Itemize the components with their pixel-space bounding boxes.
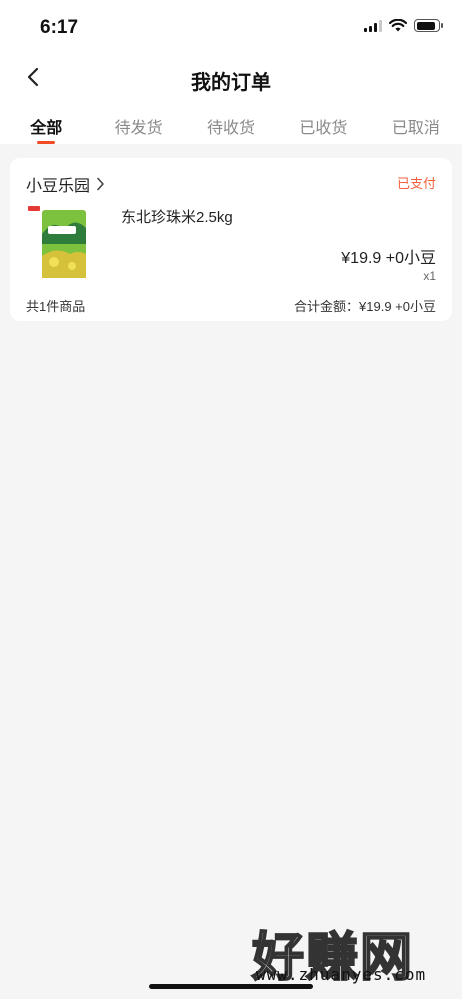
product-name[interactable]: 东北珍珠米2.5kg: [121, 206, 233, 227]
status-bar: 6:17: [0, 0, 462, 54]
tab-pending-shipment[interactable]: 待发货: [92, 102, 184, 144]
tab-received[interactable]: 已收货: [277, 102, 369, 144]
order-total: 合计金额：¥19.9 +0小豆: [294, 299, 436, 314]
signal-icon: [364, 19, 382, 32]
tab-cancelled[interactable]: 已取消: [370, 102, 462, 144]
shop-link[interactable]: 小豆乐园: [26, 172, 105, 196]
product-price: ¥19.9 +0小豆: [341, 250, 436, 267]
top-bar: 6:17 我的订单 全部 待发货 待收货 已收货 已取消: [0, 0, 462, 144]
rice-bag-image[interactable]: [24, 204, 92, 280]
shop-name: 小豆乐园: [26, 178, 91, 195]
order-tabs: 全部 待发货 待收货 已收货 已取消: [0, 102, 462, 144]
nav-bar: 我的订单: [0, 54, 462, 102]
product-quantity: x1: [423, 269, 436, 283]
tab-pending-receipt[interactable]: 待收货: [185, 102, 277, 144]
status-icons: [364, 19, 443, 32]
chevron-right-icon: [97, 177, 104, 191]
battery-icon: [414, 19, 443, 32]
status-time: 6:17: [40, 17, 79, 38]
home-indicator[interactable]: [149, 984, 313, 989]
wifi-icon: [389, 19, 407, 32]
order-status: 已支付: [396, 176, 436, 191]
page-title: 我的订单: [191, 72, 271, 94]
tab-all[interactable]: 全部: [0, 102, 92, 144]
order-card[interactable]: 小豆乐园 已支付 东北珍珠米2.5kg ¥19.9 +0小豆 x1 共1件商品 …: [10, 158, 452, 321]
item-count: 共1件商品: [26, 299, 86, 314]
watermark-url: www.zhuanyes.com: [256, 965, 427, 984]
